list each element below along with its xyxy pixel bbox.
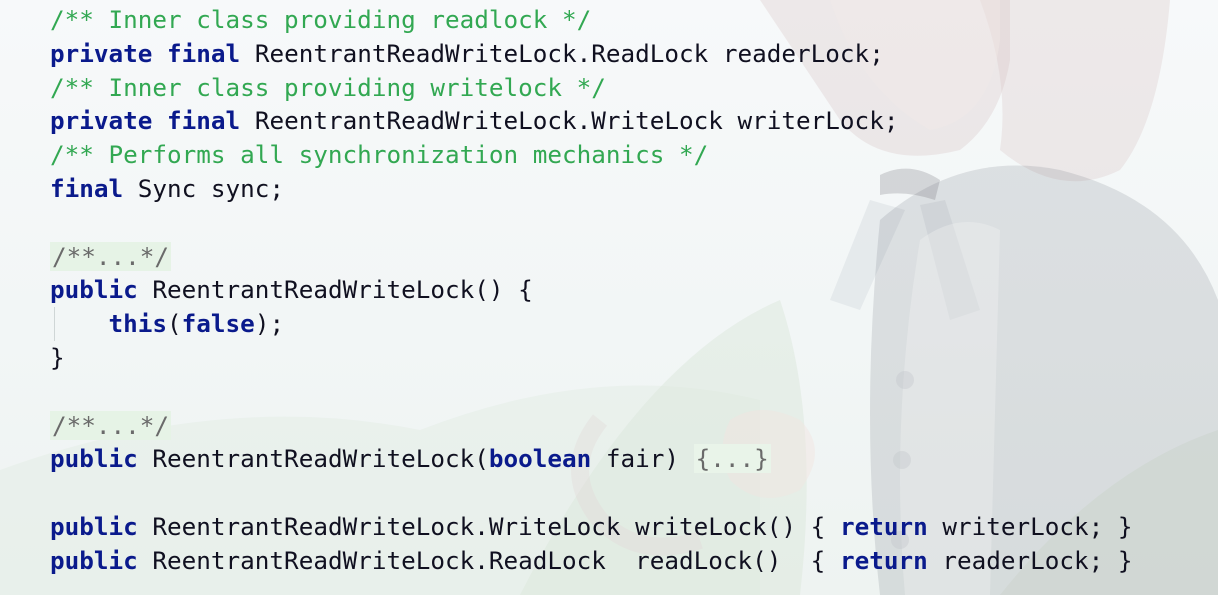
code-token: /** Inner class providing writelock */ [50, 72, 606, 102]
code-token: fair) [591, 444, 694, 474]
code-line[interactable]: /**...*/ [50, 409, 1210, 443]
code-line[interactable]: private final ReentrantReadWriteLock.Wri… [50, 104, 1210, 138]
code-line[interactable]: public ReentrantReadWriteLock() { [50, 273, 1210, 307]
code-token: public [50, 545, 138, 575]
code-token: this [108, 309, 168, 339]
code-line[interactable] [50, 206, 1210, 240]
indent-guide [54, 307, 55, 341]
code-token: ReentrantReadWriteLock.WriteLock writerL… [240, 106, 899, 136]
code-token: private [50, 106, 153, 136]
code-line[interactable]: public ReentrantReadWriteLock.ReadLock r… [50, 544, 1210, 578]
code-token: ReentrantReadWriteLock.WriteLock writeLo… [137, 511, 840, 541]
code-token: writerLock; } [927, 511, 1133, 541]
code-line[interactable]: final Sync sync; [50, 172, 1210, 206]
folded-region[interactable]: /**...*/ [50, 241, 172, 271]
code-token: public [50, 275, 138, 305]
code-token: public [50, 511, 138, 541]
code-token: } [50, 342, 65, 372]
code-line[interactable] [50, 375, 1210, 409]
code-token: return [839, 545, 928, 575]
code-token: Sync sync; [123, 173, 285, 203]
code-token: /** Inner class providing readlock */ [50, 5, 592, 34]
code-token: ReentrantReadWriteLock.ReadLock readerLo… [240, 38, 884, 68]
code-token: readerLock; } [927, 545, 1133, 575]
code-token: ReentrantReadWriteLock.ReadLock readLock… [137, 545, 840, 575]
code-line[interactable]: } [50, 341, 1210, 375]
code-token: final [167, 38, 241, 68]
code-token: boolean [488, 444, 592, 474]
code-line[interactable]: /** Inner class providing writelock */ [50, 71, 1210, 105]
code-token: final [50, 173, 124, 203]
code-line[interactable]: this(false); [50, 307, 1210, 341]
code-line[interactable]: /** Inner class providing readlock */ [50, 3, 1210, 37]
code-token: /** Performs all synchronization mechani… [50, 140, 709, 170]
code-token: ReentrantReadWriteLock() { [137, 275, 533, 305]
code-token: false [181, 309, 255, 339]
code-line[interactable]: public ReentrantReadWriteLock(boolean fa… [50, 442, 1210, 476]
code-token: return [839, 511, 928, 541]
code-line[interactable]: private final ReentrantReadWriteLock.Rea… [50, 37, 1210, 71]
code-line[interactable]: /**...*/ [50, 240, 1210, 274]
folded-region[interactable]: /**...*/ [50, 410, 172, 440]
folded-region[interactable]: {...} [693, 444, 771, 474]
code-line[interactable]: public ReentrantReadWriteLock.WriteLock … [50, 510, 1210, 544]
code-token: public [50, 444, 138, 474]
code-line[interactable] [50, 476, 1210, 510]
code-token: ReentrantReadWriteLock( [137, 444, 489, 474]
code-token: ); [254, 309, 285, 339]
code-editor[interactable]: /** Inner class providing readlock */ pri… [50, 3, 1210, 578]
code-line[interactable]: /** Performs all synchronization mechani… [50, 138, 1210, 172]
code-token: ( [167, 309, 182, 339]
code-token: private [50, 38, 153, 68]
code-token: final [167, 106, 241, 136]
